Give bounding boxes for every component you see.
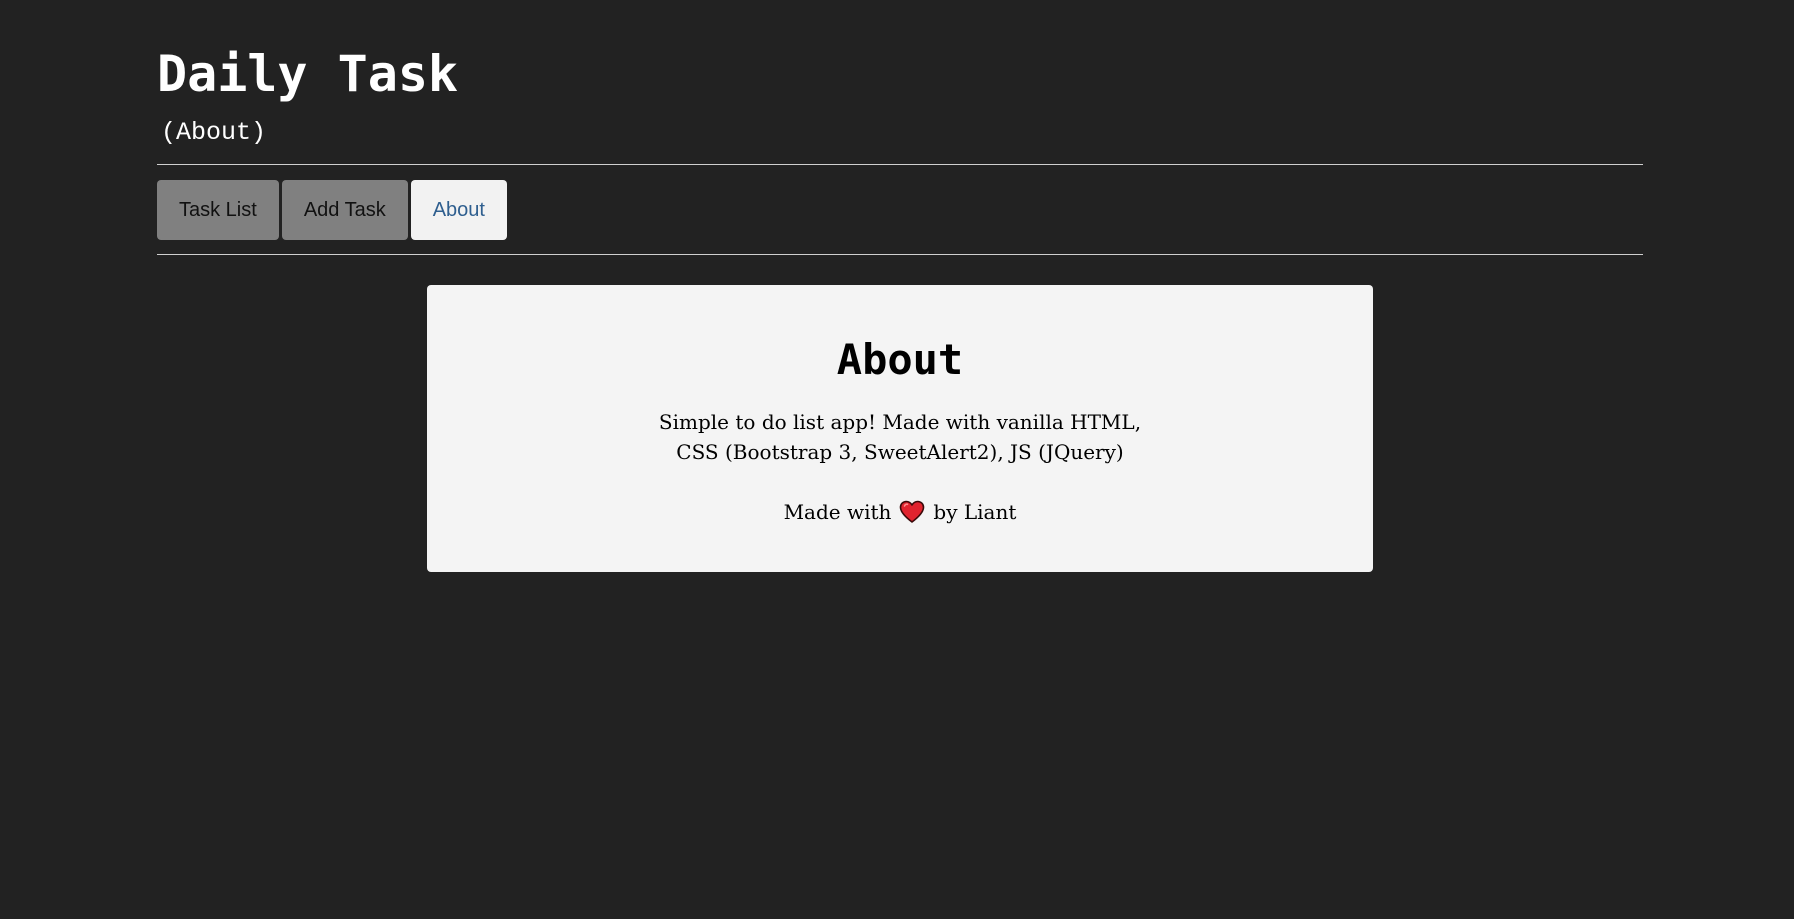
header-divider (157, 164, 1643, 165)
credit-suffix: by Liant (933, 500, 1017, 524)
page-subtitle: (About) (161, 118, 267, 147)
about-description: Simple to do list app! Made with vanilla… (427, 407, 1373, 467)
tab-add-task[interactable]: Add Task (281, 180, 408, 240)
tab-about[interactable]: About (410, 180, 507, 240)
tab-task-list[interactable]: Task List (157, 180, 279, 240)
about-card: About Simple to do list app! Made with v… (427, 285, 1373, 572)
about-heading: About (836, 335, 964, 384)
app-title: Daily Task (157, 45, 459, 103)
about-description-line-1: Simple to do list app! Made with vanilla… (658, 410, 1142, 434)
nav-divider (157, 254, 1643, 255)
about-credit: Made with by Liant (427, 497, 1373, 527)
main-nav: Task List Add Task About (157, 180, 507, 240)
credit-prefix: Made with (783, 500, 892, 524)
heart-icon (899, 500, 925, 524)
about-description-line-2: CSS (Bootstrap 3, SweetAlert2), JS (JQue… (676, 440, 1124, 464)
